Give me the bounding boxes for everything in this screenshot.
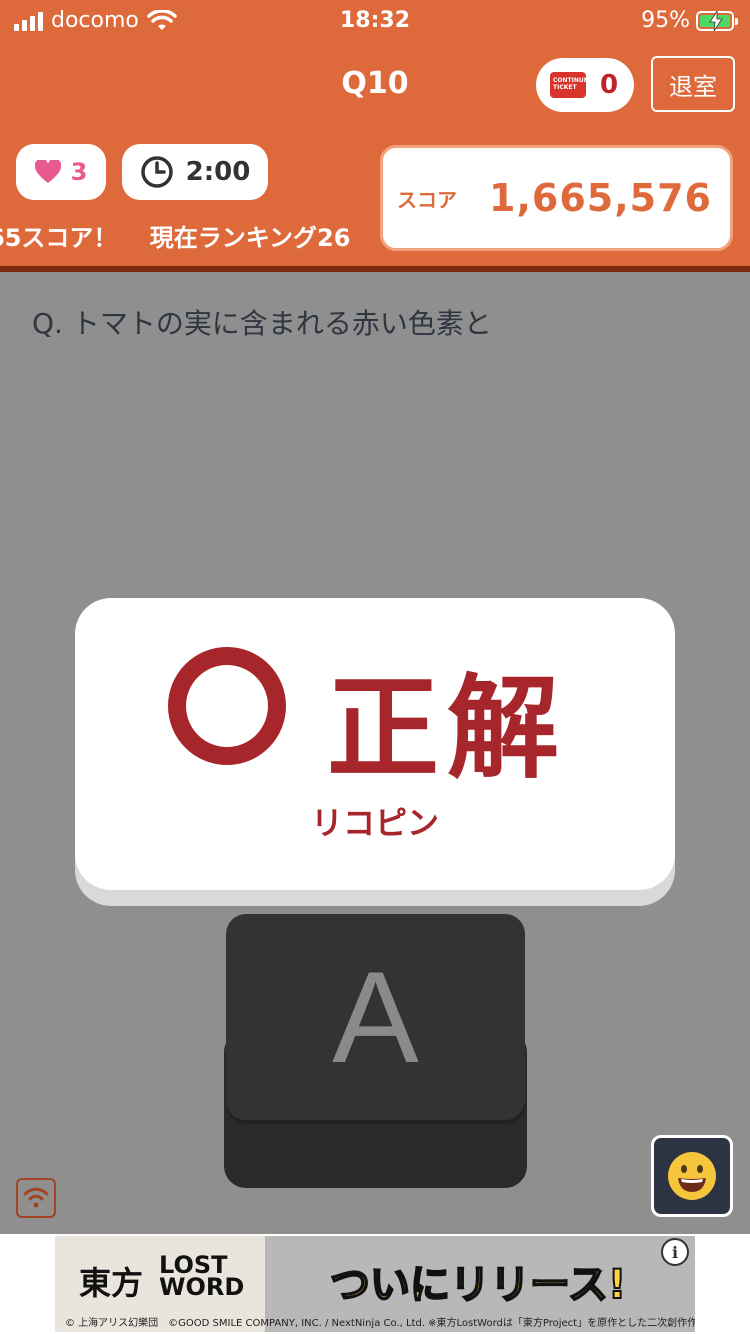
answer-key-letter: A (332, 944, 419, 1090)
emoji-button[interactable] (651, 1135, 733, 1217)
clock-icon (140, 156, 173, 188)
result-card: 正解 リコピン (75, 598, 675, 890)
battery-percent: 95% (641, 8, 690, 33)
question-number: Q10 (341, 66, 409, 101)
ad-logo-text: LOST WORD (159, 1251, 245, 1301)
answer-key-a[interactable]: A (226, 914, 525, 1120)
ad-logo-kanji: 東方 (79, 1264, 144, 1302)
correct-circle-icon (168, 647, 286, 765)
lives-count: 3 (70, 158, 88, 186)
score-panel: スコア 1,665,576 (380, 145, 733, 251)
ticket-count: 0 (600, 70, 619, 100)
ad-banner[interactable]: 東方 LOST WORD ついにリリース! © 上海アリス幻樂団 ©GOOD S… (55, 1236, 695, 1332)
connection-indicator (16, 1178, 56, 1218)
exit-button[interactable]: 退室 (651, 56, 735, 112)
timer: 2:00 (122, 144, 268, 200)
ad-info-icon[interactable]: i (661, 1238, 689, 1266)
score-label: スコア (397, 187, 457, 212)
result-label: 正解 (327, 664, 567, 794)
wifi-icon (23, 1187, 49, 1208)
ticker-text: 65スコア！ 現在ランキング26 (0, 224, 351, 252)
lives-counter: 3 (16, 144, 106, 200)
ranking-ticker: 65スコア！ 現在ランキング26 (0, 214, 380, 254)
ad-headline: ついにリリース! (329, 1261, 627, 1309)
question-text: Q. トマトの実に含まれる赤い色素と (32, 307, 492, 340)
game-header: Q10 CONTINUE TICKET 0 退室 3 2:00 65スコア！ 現… (0, 44, 750, 266)
score-value: 1,665,576 (489, 176, 712, 220)
continue-ticket-counter[interactable]: CONTINUE TICKET 0 (536, 58, 634, 112)
ad-caption: © 上海アリス幻樂団 ©GOOD SMILE COMPANY, INC. / N… (65, 1318, 695, 1329)
heart-icon (34, 160, 61, 183)
header-divider (0, 266, 750, 272)
timer-value: 2:00 (185, 157, 251, 187)
ticket-icon: CONTINUE TICKET (550, 72, 588, 98)
correct-answer: リコピン (310, 804, 439, 842)
status-bar: docomo 18:32 95% (0, 0, 750, 44)
status-time: 18:32 (339, 8, 411, 33)
battery-icon (696, 10, 738, 31)
smiley-icon (668, 1152, 716, 1200)
